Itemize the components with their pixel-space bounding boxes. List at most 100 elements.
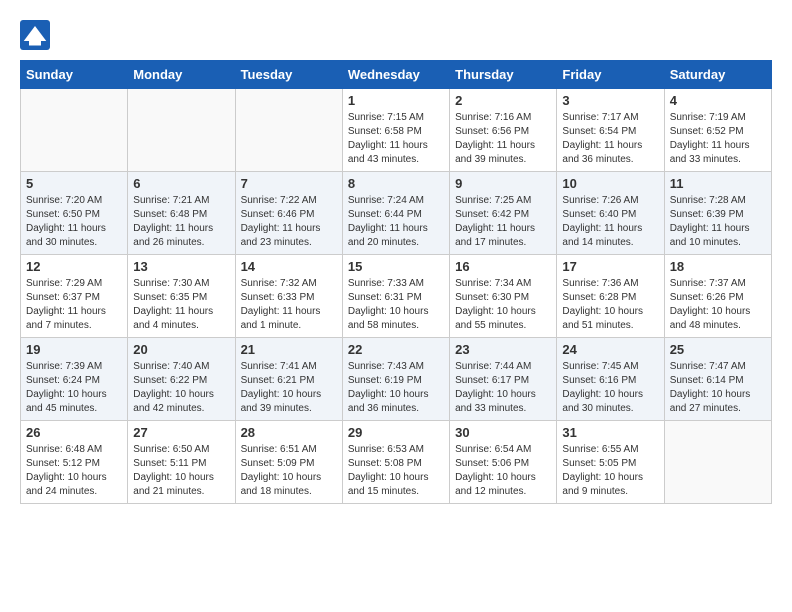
day-number: 23 [455, 342, 551, 357]
day-number: 30 [455, 425, 551, 440]
day-info: Sunrise: 7:19 AM Sunset: 6:52 PM Dayligh… [670, 111, 766, 167]
day-of-week-monday: Monday [128, 61, 235, 89]
day-number: 16 [455, 259, 551, 274]
day-info: Sunrise: 7:16 AM Sunset: 6:56 PM Dayligh… [455, 111, 551, 167]
day-info: Sunrise: 7:33 AM Sunset: 6:31 PM Dayligh… [348, 277, 444, 333]
calendar-table: SundayMondayTuesdayWednesdayThursdayFrid… [20, 60, 772, 504]
day-info: Sunrise: 7:28 AM Sunset: 6:39 PM Dayligh… [670, 194, 766, 250]
day-number: 14 [241, 259, 337, 274]
calendar-week-4: 19 Sunrise: 7:39 AM Sunset: 6:24 PM Dayli… [21, 338, 772, 421]
day-number: 8 [348, 176, 444, 191]
day-number: 9 [455, 176, 551, 191]
day-number: 11 [670, 176, 766, 191]
day-number: 2 [455, 93, 551, 108]
calendar-cell: 8 Sunrise: 7:24 AM Sunset: 6:44 PM Daylig… [342, 172, 449, 255]
day-info: Sunrise: 6:51 AM Sunset: 5:09 PM Dayligh… [241, 443, 337, 499]
day-number: 29 [348, 425, 444, 440]
calendar-cell: 13Sunrise: 7:30 AM Sunset: 6:35 PM Dayli… [128, 255, 235, 338]
day-info: Sunrise: 7:30 AM Sunset: 6:35 PM Dayligh… [133, 277, 229, 333]
day-info: Sunrise: 6:55 AM Sunset: 5:05 PM Dayligh… [562, 443, 658, 499]
calendar-week-1: 1 Sunrise: 7:15 AM Sunset: 6:58 PM Daylig… [21, 89, 772, 172]
day-number: 7 [241, 176, 337, 191]
day-number: 17 [562, 259, 658, 274]
day-info: Sunrise: 7:26 AM Sunset: 6:40 PM Dayligh… [562, 194, 658, 250]
calendar-week-3: 12Sunrise: 7:29 AM Sunset: 6:37 PM Dayli… [21, 255, 772, 338]
day-number: 21 [241, 342, 337, 357]
calendar-cell: 3 Sunrise: 7:17 AM Sunset: 6:54 PM Daylig… [557, 89, 664, 172]
calendar-cell: 15Sunrise: 7:33 AM Sunset: 6:31 PM Dayli… [342, 255, 449, 338]
calendar-cell: 19 Sunrise: 7:39 AM Sunset: 6:24 PM Dayli… [21, 338, 128, 421]
calendar-cell [664, 421, 771, 504]
day-number: 20 [133, 342, 229, 357]
day-info: Sunrise: 7:45 AM Sunset: 6:16 PM Dayligh… [562, 360, 658, 416]
day-info: Sunrise: 7:44 AM Sunset: 6:17 PM Dayligh… [455, 360, 551, 416]
day-number: 1 [348, 93, 444, 108]
day-info: Sunrise: 7:41 AM Sunset: 6:21 PM Dayligh… [241, 360, 337, 416]
calendar-cell: 5 Sunrise: 7:20 AM Sunset: 6:50 PM Daylig… [21, 172, 128, 255]
calendar-week-5: 26 Sunrise: 6:48 AM Sunset: 5:12 PM Dayli… [21, 421, 772, 504]
day-number: 22 [348, 342, 444, 357]
day-info: Sunrise: 7:40 AM Sunset: 6:22 PM Dayligh… [133, 360, 229, 416]
page-header [20, 20, 772, 50]
day-number: 6 [133, 176, 229, 191]
day-info: Sunrise: 6:53 AM Sunset: 5:08 PM Dayligh… [348, 443, 444, 499]
day-info: Sunrise: 7:25 AM Sunset: 6:42 PM Dayligh… [455, 194, 551, 250]
calendar-cell: 11 Sunrise: 7:28 AM Sunset: 6:39 PM Dayli… [664, 172, 771, 255]
calendar-cell: 31 Sunrise: 6:55 AM Sunset: 5:05 PM Dayli… [557, 421, 664, 504]
calendar-cell: 16 Sunrise: 7:34 AM Sunset: 6:30 PM Dayli… [450, 255, 557, 338]
day-number: 10 [562, 176, 658, 191]
day-of-week-saturday: Saturday [664, 61, 771, 89]
calendar-cell: 21 Sunrise: 7:41 AM Sunset: 6:21 PM Dayli… [235, 338, 342, 421]
day-info: Sunrise: 7:17 AM Sunset: 6:54 PM Dayligh… [562, 111, 658, 167]
day-number: 27 [133, 425, 229, 440]
calendar-cell: 25 Sunrise: 7:47 AM Sunset: 6:14 PM Dayli… [664, 338, 771, 421]
calendar-cell: 9 Sunrise: 7:25 AM Sunset: 6:42 PM Daylig… [450, 172, 557, 255]
day-of-week-sunday: Sunday [21, 61, 128, 89]
calendar-cell: 24 Sunrise: 7:45 AM Sunset: 6:16 PM Dayli… [557, 338, 664, 421]
calendar-cell: 14 Sunrise: 7:32 AM Sunset: 6:33 PM Dayli… [235, 255, 342, 338]
calendar-cell: 27 Sunrise: 6:50 AM Sunset: 5:11 PM Dayli… [128, 421, 235, 504]
calendar-cell: 10 Sunrise: 7:26 AM Sunset: 6:40 PM Dayli… [557, 172, 664, 255]
day-info: Sunrise: 7:39 AM Sunset: 6:24 PM Dayligh… [26, 360, 122, 416]
day-of-week-thursday: Thursday [450, 61, 557, 89]
day-number: 28 [241, 425, 337, 440]
day-info: Sunrise: 7:24 AM Sunset: 6:44 PM Dayligh… [348, 194, 444, 250]
day-info: Sunrise: 7:34 AM Sunset: 6:30 PM Dayligh… [455, 277, 551, 333]
calendar-cell [21, 89, 128, 172]
calendar-cell [235, 89, 342, 172]
day-of-week-tuesday: Tuesday [235, 61, 342, 89]
calendar-cell: 7Sunrise: 7:22 AM Sunset: 6:46 PM Daylig… [235, 172, 342, 255]
calendar-cell: 22Sunrise: 7:43 AM Sunset: 6:19 PM Dayli… [342, 338, 449, 421]
day-number: 24 [562, 342, 658, 357]
calendar-cell: 12Sunrise: 7:29 AM Sunset: 6:37 PM Dayli… [21, 255, 128, 338]
calendar-cell [128, 89, 235, 172]
calendar-cell: 6 Sunrise: 7:21 AM Sunset: 6:48 PM Daylig… [128, 172, 235, 255]
day-of-week-friday: Friday [557, 61, 664, 89]
day-number: 25 [670, 342, 766, 357]
day-info: Sunrise: 7:15 AM Sunset: 6:58 PM Dayligh… [348, 111, 444, 167]
day-number: 3 [562, 93, 658, 108]
day-info: Sunrise: 7:21 AM Sunset: 6:48 PM Dayligh… [133, 194, 229, 250]
calendar-header-row: SundayMondayTuesdayWednesdayThursdayFrid… [21, 61, 772, 89]
day-number: 5 [26, 176, 122, 191]
day-info: Sunrise: 7:47 AM Sunset: 6:14 PM Dayligh… [670, 360, 766, 416]
calendar-cell: 29 Sunrise: 6:53 AM Sunset: 5:08 PM Dayli… [342, 421, 449, 504]
day-of-week-wednesday: Wednesday [342, 61, 449, 89]
day-number: 19 [26, 342, 122, 357]
day-info: Sunrise: 7:36 AM Sunset: 6:28 PM Dayligh… [562, 277, 658, 333]
day-info: Sunrise: 7:32 AM Sunset: 6:33 PM Dayligh… [241, 277, 337, 333]
calendar-cell: 2 Sunrise: 7:16 AM Sunset: 6:56 PM Daylig… [450, 89, 557, 172]
day-number: 26 [26, 425, 122, 440]
day-number: 4 [670, 93, 766, 108]
day-info: Sunrise: 7:20 AM Sunset: 6:50 PM Dayligh… [26, 194, 122, 250]
day-number: 31 [562, 425, 658, 440]
day-info: Sunrise: 6:48 AM Sunset: 5:12 PM Dayligh… [26, 443, 122, 499]
calendar-cell: 18Sunrise: 7:37 AM Sunset: 6:26 PM Dayli… [664, 255, 771, 338]
calendar-cell: 30 Sunrise: 6:54 AM Sunset: 5:06 PM Dayli… [450, 421, 557, 504]
day-info: Sunrise: 6:54 AM Sunset: 5:06 PM Dayligh… [455, 443, 551, 499]
calendar-cell: 4 Sunrise: 7:19 AM Sunset: 6:52 PM Daylig… [664, 89, 771, 172]
day-info: Sunrise: 7:29 AM Sunset: 6:37 PM Dayligh… [26, 277, 122, 333]
calendar-cell: 23 Sunrise: 7:44 AM Sunset: 6:17 PM Dayli… [450, 338, 557, 421]
calendar-cell: 20 Sunrise: 7:40 AM Sunset: 6:22 PM Dayli… [128, 338, 235, 421]
day-info: Sunrise: 6:50 AM Sunset: 5:11 PM Dayligh… [133, 443, 229, 499]
